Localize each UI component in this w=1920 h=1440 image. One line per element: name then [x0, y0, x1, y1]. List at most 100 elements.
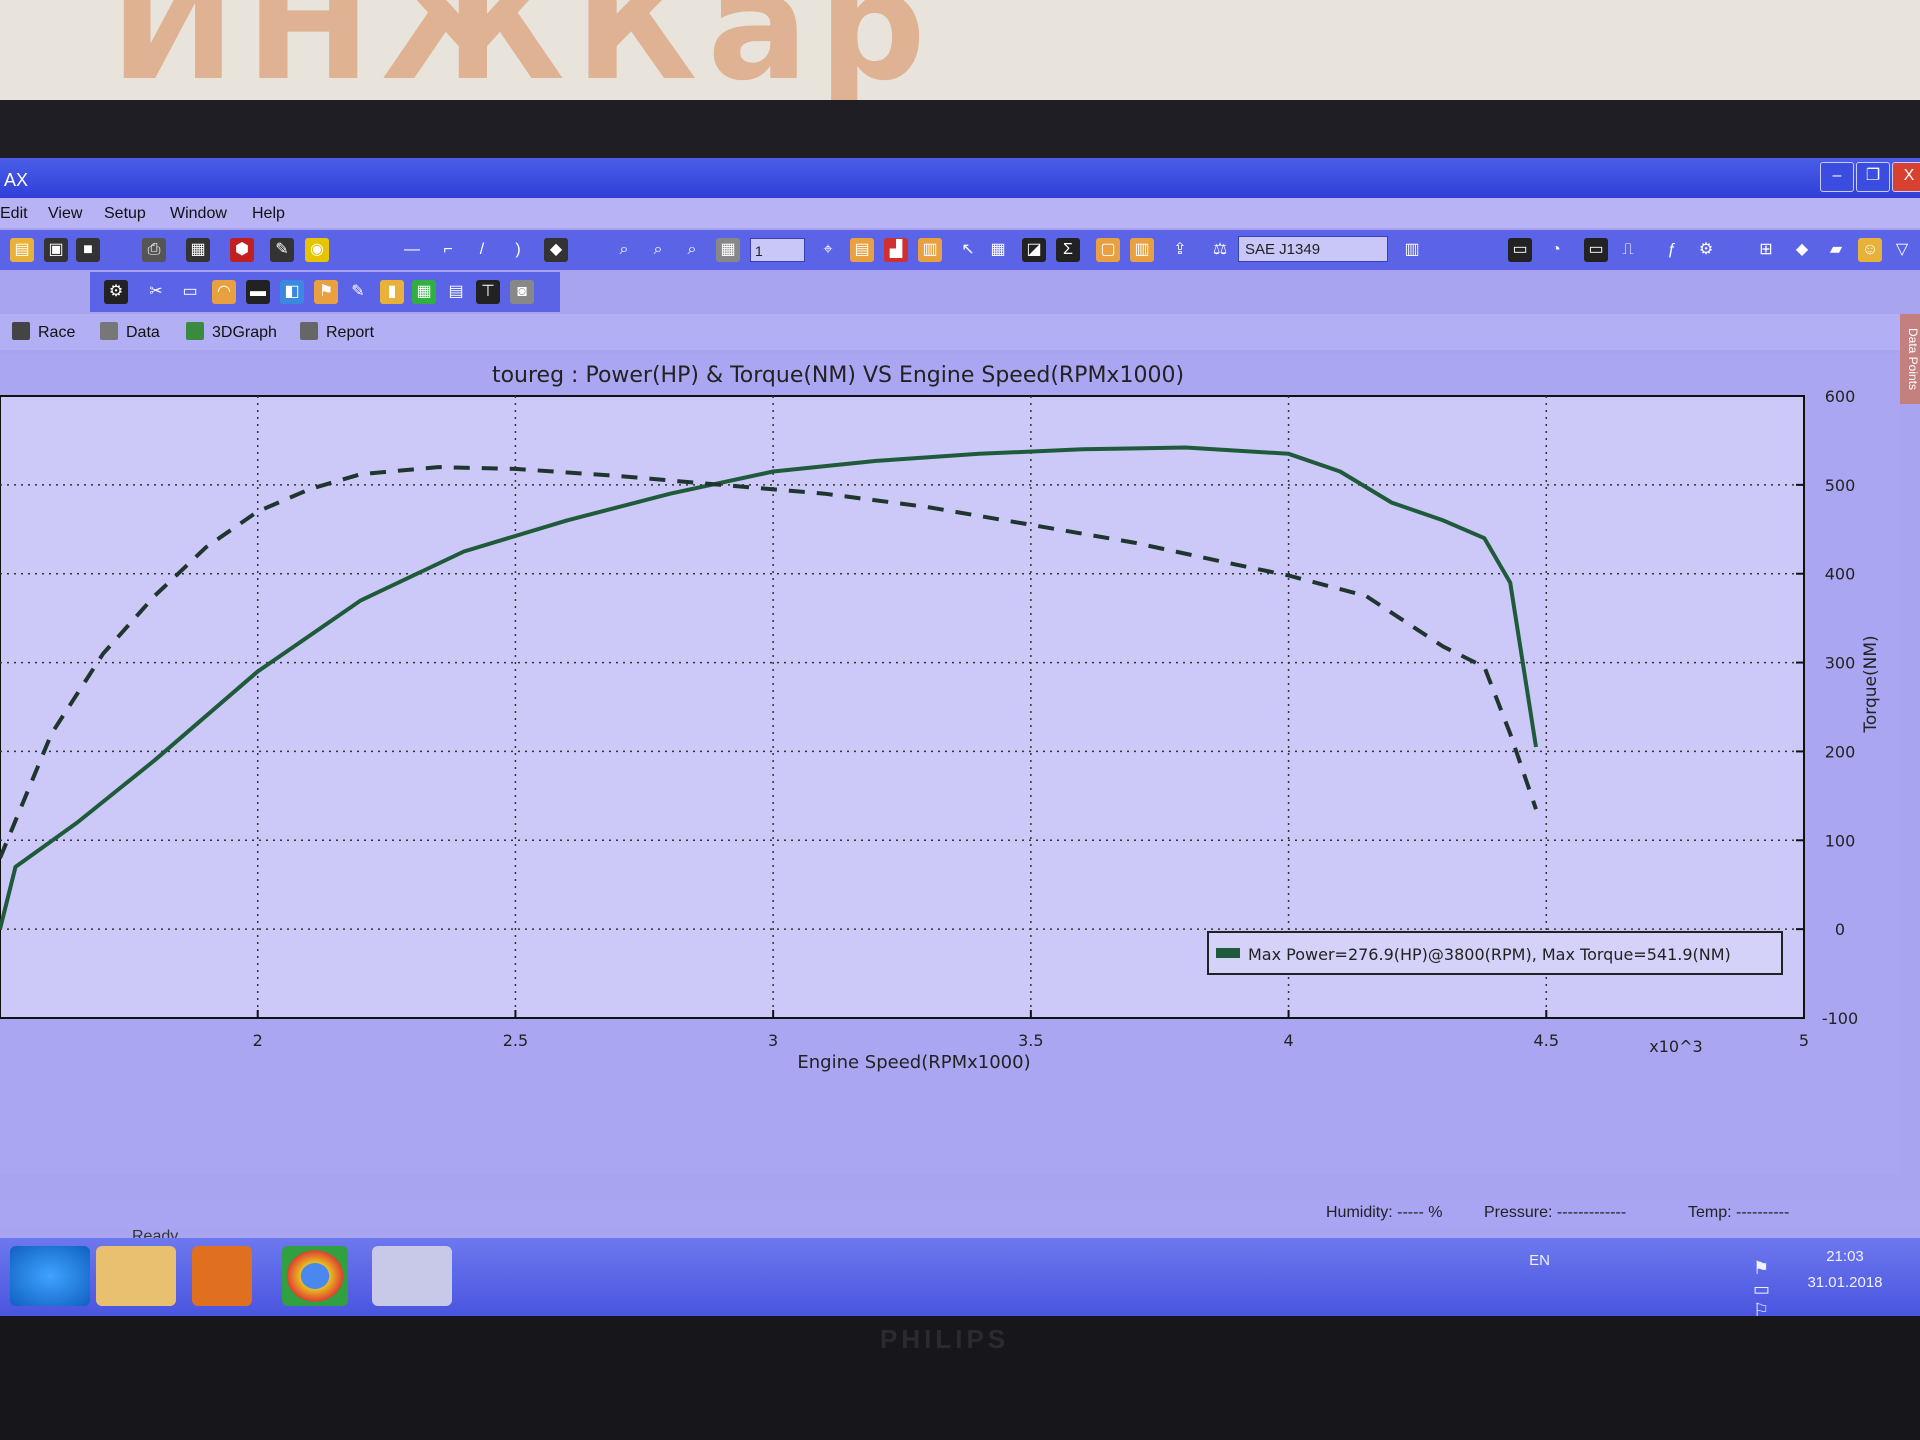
monitor-bezel-bottom: PHILIPS — [0, 1316, 1920, 1440]
split-window-icon[interactable]: ▥ — [1130, 238, 1154, 262]
filter-tool-icon[interactable]: ⊤ — [476, 280, 500, 304]
legend: Max Power=276.9(HP)@3800(RPM), Max Torqu… — [1207, 931, 1783, 975]
legend-text: Max Power=276.9(HP)@3800(RPM), Max Torqu… — [1248, 945, 1731, 964]
car-icon[interactable]: ▰ — [1824, 238, 1848, 262]
close-button[interactable]: X — [1892, 162, 1920, 192]
graph-icon[interactable]: ◪ — [1022, 238, 1046, 262]
wall-sign: ИНЖКар — [110, 0, 936, 114]
plot-area — [0, 395, 1805, 1019]
preview-icon[interactable]: ▦ — [186, 238, 210, 262]
tray-icons[interactable]: ⚑ ▭ ⚐ ▦ ◢ ◔ — [1753, 1258, 1770, 1316]
network-icon[interactable]: ⊞ — [1754, 238, 1778, 262]
display-icon[interactable]: ▭ — [1584, 238, 1608, 262]
zoom-in-icon[interactable]: ⌕ — [612, 238, 636, 262]
correction-standard-select[interactable]: SAE J1349 — [1238, 236, 1388, 262]
open-folder-icon[interactable]: ▤ — [10, 238, 34, 262]
tools-icon[interactable]: ✂ — [144, 280, 168, 304]
x-tick-label: 5 — [1799, 1031, 1809, 1050]
diagonal-line-icon[interactable]: / — [470, 238, 494, 262]
pen-icon[interactable]: ✎ — [346, 280, 370, 304]
curve-icon[interactable]: ) — [506, 238, 530, 262]
ie-icon[interactable] — [10, 1246, 90, 1306]
menu-setup[interactable]: Setup — [104, 205, 146, 223]
minimize-button[interactable]: – — [1820, 162, 1854, 192]
lock-icon[interactable]: ◙ — [510, 280, 534, 304]
report-icon — [300, 322, 318, 340]
zoom-out-icon[interactable]: ⌕ — [646, 238, 670, 262]
chrome-icon[interactable] — [282, 1246, 348, 1306]
monitor-icon[interactable]: ▭ — [1508, 238, 1532, 262]
y-tick-label: 100 — [1825, 831, 1856, 850]
media-player-icon[interactable] — [192, 1246, 252, 1306]
map-icon[interactable]: ◧ — [280, 280, 304, 304]
temp-readout: Temp: ---------- — [1688, 1204, 1790, 1221]
dyno-icon[interactable]: ⚑ — [314, 280, 338, 304]
table-icon[interactable]: ▤ — [850, 238, 874, 262]
grid-icon[interactable]: ▦ — [716, 238, 740, 262]
data-table-icon — [100, 322, 118, 340]
x-tick-label: 2 — [253, 1031, 263, 1050]
x-tick-label: 2.5 — [503, 1031, 528, 1050]
battery-icon[interactable]: ▬ — [246, 280, 270, 304]
y-tick-label: 200 — [1825, 742, 1856, 761]
open-icon[interactable]: ▣ — [44, 238, 68, 262]
step-line-icon[interactable]: ⌐ — [436, 238, 460, 262]
edit-icon[interactable]: ✎ — [270, 238, 294, 262]
chart-red-icon[interactable]: ▟ — [884, 238, 908, 262]
menu-help[interactable]: Help — [252, 205, 285, 223]
pressure-readout: Pressure: ------------- — [1484, 1204, 1627, 1221]
menu-edit[interactable]: Edit — [0, 205, 28, 223]
dyno-chart: toureg : Power(HP) & Torque(NM) VS Engin… — [0, 363, 1881, 1073]
chart-title: toureg : Power(HP) & Torque(NM) VS Engin… — [492, 363, 1184, 388]
line-tool-icon[interactable]: — — [400, 238, 424, 262]
tab-3dgraph[interactable]: 3DGraph — [186, 322, 277, 342]
window-icon[interactable]: ▢ — [1096, 238, 1120, 262]
explorer-icon[interactable] — [96, 1246, 176, 1306]
pointer-icon[interactable]: ↖ — [956, 238, 980, 262]
ruler-icon[interactable]: ▥ — [1400, 238, 1424, 262]
dial-icon[interactable]: ◠ — [212, 280, 236, 304]
user-icon[interactable]: ☺ — [1858, 238, 1882, 262]
y-tick-label: 500 — [1825, 476, 1856, 495]
tab-report[interactable]: Report — [300, 322, 374, 342]
tag-icon[interactable]: ◆ — [1790, 238, 1814, 262]
print-icon[interactable]: ⎙ — [142, 238, 166, 262]
zoom-fit-icon[interactable]: ⌕ — [680, 238, 704, 262]
rectangle-icon[interactable]: ▭ — [178, 280, 202, 304]
data-icon[interactable]: ▦ — [986, 238, 1010, 262]
export-icon[interactable]: ⇪ — [1168, 238, 1192, 262]
clock-time: 21:03 — [1826, 1248, 1864, 1265]
chip-icon[interactable]: ▦ — [412, 280, 436, 304]
menu-window[interactable]: Window — [170, 205, 227, 223]
notes-icon[interactable]: ▤ — [444, 280, 468, 304]
screen: AX – ❐ X Edit View Setup Window Help ▤ ▣… — [0, 158, 1920, 1316]
fuel-icon[interactable]: ▮ — [380, 280, 404, 304]
stop-icon[interactable]: ⬢ — [230, 238, 254, 262]
x-tick-label: 4.5 — [1534, 1031, 1559, 1050]
crosshair-icon[interactable]: ⌖ — [816, 238, 840, 262]
maximize-button[interactable]: ❐ — [1856, 162, 1890, 192]
tab-data[interactable]: Data — [100, 322, 160, 342]
x-axis-label: Engine Speed(RPMx1000) — [797, 1052, 1030, 1073]
tab-race[interactable]: Race — [12, 322, 75, 342]
menu-view[interactable]: View — [48, 205, 82, 223]
status-bar: Humidity: ----- % Pressure: ------------… — [0, 1198, 1920, 1228]
clock-date: 31.01.2018 — [1807, 1274, 1883, 1291]
filter-icon[interactable]: ▽ — [1890, 238, 1914, 262]
gear-icon[interactable]: ⚙ — [104, 280, 128, 304]
zoom-select[interactable]: 1 — [750, 238, 805, 262]
fill-icon[interactable]: ◆ — [544, 238, 568, 262]
scale-icon[interactable]: ⚖ — [1208, 238, 1232, 262]
function-icon[interactable]: ƒ — [1660, 238, 1684, 262]
data-points-side-tab[interactable]: Data Points — [1900, 314, 1920, 404]
signal-icon[interactable]: ⎍ — [1616, 238, 1640, 262]
camera-icon[interactable]: ◉ — [305, 238, 329, 262]
list-icon[interactable]: ▥ — [918, 238, 942, 262]
sigma-icon[interactable]: Σ — [1056, 238, 1080, 262]
y-tick-label: 400 — [1825, 565, 1856, 584]
dyno-app-icon[interactable] — [372, 1246, 452, 1306]
gauge-icon[interactable]: ◔ — [1544, 238, 1568, 262]
settings-icon[interactable]: ⚙ — [1694, 238, 1718, 262]
save-icon[interactable]: ■ — [76, 238, 100, 262]
language-indicator[interactable]: EN — [1529, 1252, 1550, 1269]
